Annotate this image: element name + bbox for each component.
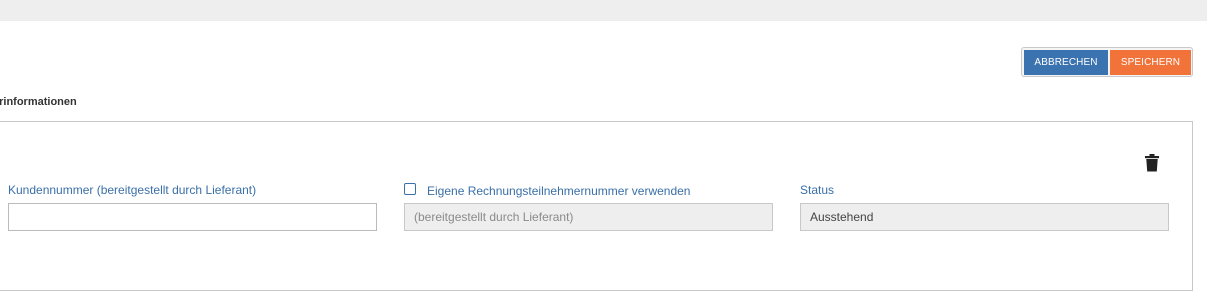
eigene-nummer-checkbox[interactable] (404, 183, 416, 195)
trash-icon[interactable] (1145, 154, 1159, 172)
eigene-nummer-label[interactable]: Eigene Rechnungsteilnehmernummer verwend… (427, 184, 690, 198)
status-field: Ausstehend (800, 203, 1169, 231)
rechnungsteilnehmernummer-input (404, 203, 773, 231)
kundennummer-label: Kundennummer (bereitgestellt durch Liefe… (8, 183, 257, 197)
kundennummer-input[interactable] (8, 203, 377, 231)
top-bar (0, 0, 1207, 21)
section-title: erinformationen (0, 96, 77, 108)
cancel-button[interactable]: ABBRECHEN (1024, 50, 1108, 75)
save-button[interactable]: SPEICHERN (1110, 50, 1191, 75)
action-button-group: ABBRECHEN SPEICHERN (1021, 47, 1193, 77)
status-label: Status (800, 183, 835, 197)
